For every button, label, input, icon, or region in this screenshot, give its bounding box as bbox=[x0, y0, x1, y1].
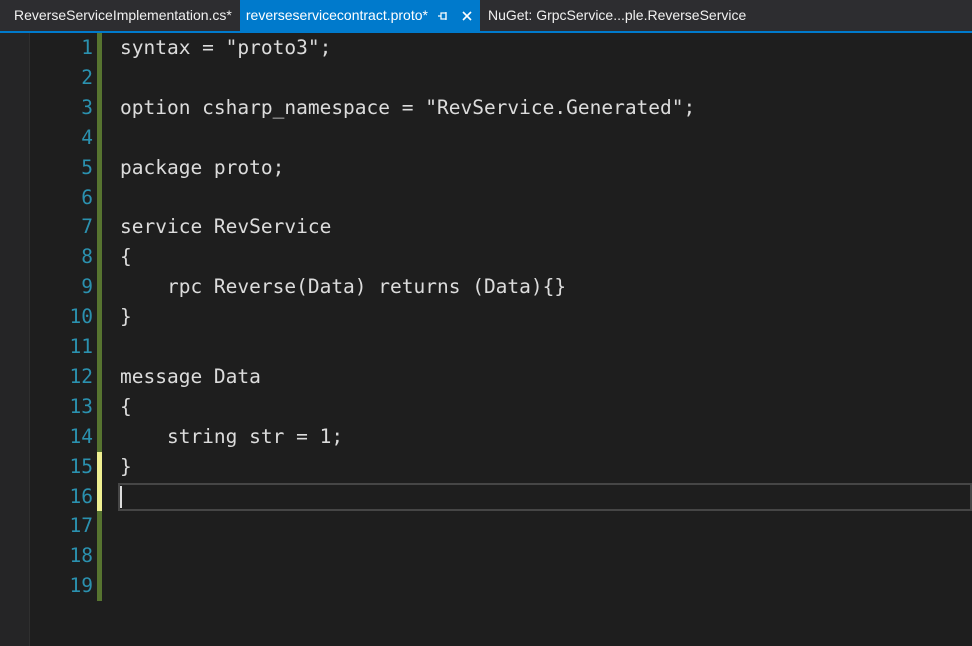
line-number: 3 bbox=[81, 96, 93, 119]
line-number: 4 bbox=[81, 126, 93, 149]
line-number: 18 bbox=[69, 544, 93, 567]
change-tracking-bar bbox=[97, 93, 102, 123]
code-line[interactable]: 11 bbox=[30, 332, 972, 362]
code-line[interactable]: 10} bbox=[30, 302, 972, 332]
line-number: 13 bbox=[69, 395, 93, 418]
code-text: { bbox=[120, 395, 132, 418]
line-number: 10 bbox=[69, 305, 93, 328]
code-line[interactable]: 9 rpc Reverse(Data) returns (Data){} bbox=[30, 272, 972, 302]
change-tracking-bar bbox=[97, 332, 102, 362]
change-tracking-bar bbox=[97, 362, 102, 392]
line-number: 14 bbox=[69, 425, 93, 448]
line-number: 15 bbox=[69, 455, 93, 478]
tab-nuget-grpc-service[interactable]: NuGet: GrpcService...ple.ReverseService bbox=[479, 0, 755, 31]
change-tracking-bar bbox=[97, 571, 102, 601]
line-number: 12 bbox=[69, 365, 93, 388]
editor-left-margin bbox=[0, 33, 30, 646]
code-line[interactable]: 17 bbox=[30, 511, 972, 541]
code-text: service RevService bbox=[120, 215, 332, 238]
tab-label: ReverseServiceImplementation.cs* bbox=[14, 7, 232, 23]
line-number: 11 bbox=[69, 335, 93, 358]
code-line[interactable]: 6 bbox=[30, 183, 972, 213]
code-line[interactable]: 14 string str = 1; bbox=[30, 422, 972, 452]
code-line[interactable]: 13 { bbox=[30, 392, 972, 422]
code-line[interactable]: 3 option csharp_namespace = "RevService.G… bbox=[30, 93, 972, 123]
code-text: rpc Reverse(Data) returns (Data){} bbox=[120, 275, 567, 298]
change-tracking-bar bbox=[97, 153, 102, 183]
code-line[interactable]: 19 bbox=[30, 571, 972, 601]
line-number: 8 bbox=[81, 245, 93, 268]
code-text: { bbox=[120, 245, 132, 268]
change-tracking-bar bbox=[97, 422, 102, 452]
code-text: package proto; bbox=[120, 156, 285, 179]
code-line[interactable]: 18 bbox=[30, 541, 972, 571]
code-line[interactable]: 8{ bbox=[30, 242, 972, 272]
change-tracking-bar bbox=[97, 272, 102, 302]
close-icon[interactable] bbox=[458, 7, 476, 25]
code-editor[interactable]: 1 syntax = "proto3"; 2 3 option csharp_names… bbox=[30, 33, 972, 646]
code-line[interactable]: 2 bbox=[30, 63, 972, 93]
change-tracking-bar bbox=[97, 33, 102, 63]
pin-icon[interactable] bbox=[434, 7, 452, 25]
tab-reverse-service-implementation[interactable]: ReverseServiceImplementation.cs* bbox=[0, 0, 240, 31]
text-caret bbox=[120, 486, 122, 508]
code-line[interactable]: 1 syntax = "proto3"; bbox=[30, 33, 972, 63]
code-line[interactable]: 16 bbox=[30, 482, 972, 512]
line-number: 17 bbox=[69, 514, 93, 537]
change-tracking-bar bbox=[97, 482, 102, 512]
code-line[interactable]: 15} bbox=[30, 452, 972, 482]
line-number: 19 bbox=[69, 574, 93, 597]
line-number: 2 bbox=[81, 66, 93, 89]
line-number: 1 bbox=[81, 36, 93, 59]
change-tracking-bar bbox=[97, 541, 102, 571]
code-text: option csharp_namespace = "RevService.Ge… bbox=[120, 96, 696, 119]
change-tracking-bar bbox=[97, 212, 102, 242]
line-number: 9 bbox=[81, 275, 93, 298]
code-text: } bbox=[120, 305, 132, 328]
current-line-highlight bbox=[118, 483, 972, 511]
change-tracking-bar bbox=[97, 242, 102, 272]
line-number: 5 bbox=[81, 156, 93, 179]
visual-studio-window: ReverseServiceImplementation.cs* reverse… bbox=[0, 0, 972, 646]
code-text: message Data bbox=[120, 365, 261, 388]
line-number: 6 bbox=[81, 186, 93, 209]
code-line[interactable]: 12 message Data bbox=[30, 362, 972, 392]
code-line[interactable]: 4 bbox=[30, 123, 972, 153]
code-line[interactable]: 5 package proto; bbox=[30, 153, 972, 183]
code-text: syntax = "proto3"; bbox=[120, 36, 332, 59]
change-tracking-bar bbox=[97, 183, 102, 213]
code-text: } bbox=[120, 455, 132, 478]
tab-label: NuGet: GrpcService...ple.ReverseService bbox=[487, 7, 747, 23]
change-tracking-bar bbox=[97, 392, 102, 422]
change-tracking-bar bbox=[97, 123, 102, 153]
document-tab-strip: ReverseServiceImplementation.cs* reverse… bbox=[0, 0, 972, 31]
change-tracking-bar bbox=[97, 511, 102, 541]
change-tracking-bar bbox=[97, 63, 102, 93]
line-number: 16 bbox=[69, 485, 93, 508]
code-line[interactable]: 7 service RevService bbox=[30, 212, 972, 242]
change-tracking-bar bbox=[97, 302, 102, 332]
tab-label: reverseservicecontract.proto* bbox=[245, 7, 428, 23]
code-text: string str = 1; bbox=[120, 425, 344, 448]
change-tracking-bar bbox=[97, 452, 102, 482]
line-number: 7 bbox=[81, 215, 93, 238]
tab-reverse-service-contract[interactable]: reverseservicecontract.proto* bbox=[239, 0, 480, 31]
